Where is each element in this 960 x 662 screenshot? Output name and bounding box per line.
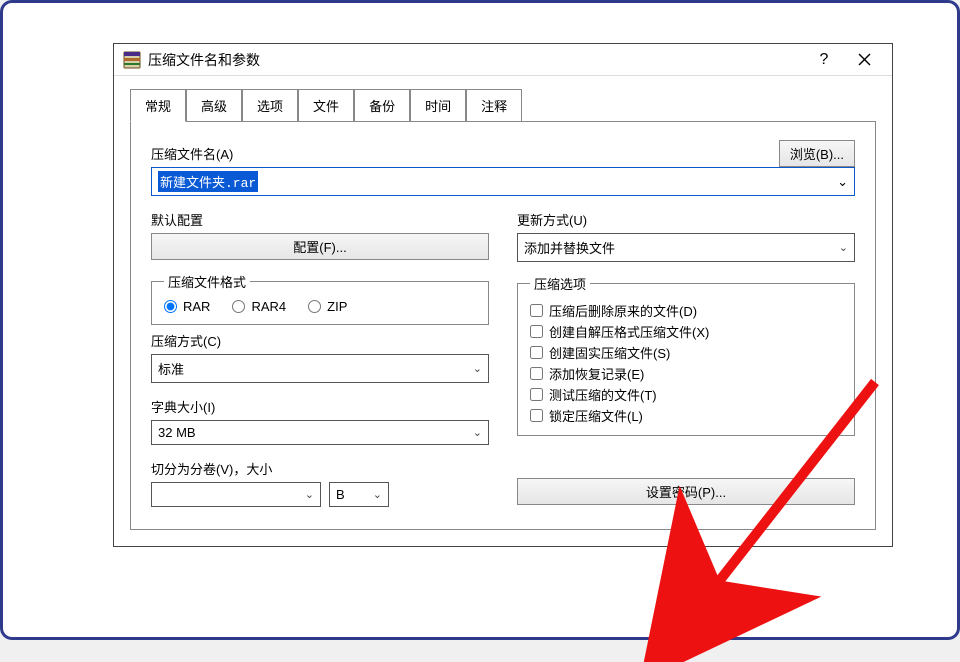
split-unit-value: B	[336, 487, 345, 502]
split-unit-combo[interactable]: B ⌄	[329, 482, 389, 507]
format-rar4-radio[interactable]	[232, 300, 245, 313]
tab-time[interactable]: 时间	[410, 89, 466, 122]
chevron-down-icon: ⌄	[305, 488, 314, 501]
titlebar: 压缩文件名和参数 ?	[114, 44, 892, 76]
options-group: 压缩选项 压缩后删除原来的文件(D) 创建自解压格式压缩文件(X)	[517, 274, 855, 436]
tab-panel-general: 压缩文件名(A) 浏览(B)... 新建文件夹.rar ⌄ 默认配置 配置(F)…	[130, 121, 876, 530]
chevron-down-icon: ⌄	[473, 426, 482, 439]
tab-files[interactable]: 文件	[298, 89, 354, 122]
right-column: 更新方式(U) 添加并替换文件 ⌄ 压缩选项 压缩后删除原来的文件(D)	[517, 206, 855, 507]
format-zip[interactable]: ZIP	[308, 299, 347, 314]
tab-options[interactable]: 选项	[242, 89, 298, 122]
option-sfx[interactable]: 创建自解压格式压缩文件(X)	[530, 322, 842, 341]
format-rar4[interactable]: RAR4	[232, 299, 286, 314]
format-zip-radio[interactable]	[308, 300, 321, 313]
close-button[interactable]	[844, 46, 884, 74]
window-title: 压缩文件名和参数	[148, 50, 804, 70]
dict-combo[interactable]: 32 MB ⌄	[151, 420, 489, 445]
archive-name-label: 压缩文件名(A)	[151, 144, 779, 163]
tab-backup[interactable]: 备份	[354, 89, 410, 122]
options-group-label: 压缩选项	[530, 274, 590, 293]
tab-comment[interactable]: 注释	[466, 89, 522, 122]
split-size-combo[interactable]: ⌄	[151, 482, 321, 507]
profiles-button[interactable]: 配置(F)...	[151, 233, 489, 260]
method-label: 压缩方式(C)	[151, 331, 489, 350]
dialog-window: 压缩文件名和参数 ? 常规 高级 选项 文件 备份 时间 注释 压缩文件名(A)…	[113, 43, 893, 547]
chevron-down-icon: ⌄	[837, 174, 848, 190]
chevron-down-icon: ⌄	[839, 241, 848, 254]
left-column: 默认配置 配置(F)... 压缩文件格式 RAR RAR4	[151, 206, 489, 507]
update-mode-combo[interactable]: 添加并替换文件 ⌄	[517, 233, 855, 262]
update-mode-value: 添加并替换文件	[524, 238, 615, 257]
method-combo[interactable]: 标准 ⌄	[151, 354, 489, 383]
dict-label: 字典大小(I)	[151, 397, 489, 416]
format-rar[interactable]: RAR	[164, 299, 210, 314]
archive-name-value: 新建文件夹.rar	[158, 171, 258, 192]
option-lock[interactable]: 锁定压缩文件(L)	[530, 406, 842, 425]
winrar-icon	[122, 50, 142, 70]
tab-advanced[interactable]: 高级	[186, 89, 242, 122]
browse-button[interactable]: 浏览(B)...	[779, 140, 855, 167]
help-button[interactable]: ?	[804, 46, 844, 74]
option-delete-after[interactable]: 压缩后删除原来的文件(D)	[530, 301, 842, 320]
outer-frame: 压缩文件名和参数 ? 常规 高级 选项 文件 备份 时间 注释 压缩文件名(A)…	[0, 0, 960, 640]
split-label: 切分为分卷(V)，大小	[151, 459, 489, 478]
option-test-checkbox[interactable]	[530, 388, 543, 401]
set-password-button[interactable]: 设置密码(P)...	[517, 478, 855, 505]
chevron-down-icon: ⌄	[473, 362, 482, 375]
option-solid[interactable]: 创建固实压缩文件(S)	[530, 343, 842, 362]
option-solid-checkbox[interactable]	[530, 346, 543, 359]
option-sfx-checkbox[interactable]	[530, 325, 543, 338]
tab-strip: 常规 高级 选项 文件 备份 时间 注释	[130, 88, 876, 121]
update-mode-label: 更新方式(U)	[517, 210, 855, 229]
archive-name-input[interactable]: 新建文件夹.rar ⌄	[151, 167, 855, 196]
option-delete-after-checkbox[interactable]	[530, 304, 543, 317]
option-recovery-checkbox[interactable]	[530, 367, 543, 380]
option-recovery[interactable]: 添加恢复记录(E)	[530, 364, 842, 383]
option-test[interactable]: 测试压缩的文件(T)	[530, 385, 842, 404]
format-group-label: 压缩文件格式	[164, 272, 250, 291]
option-lock-checkbox[interactable]	[530, 409, 543, 422]
format-rar-radio[interactable]	[164, 300, 177, 313]
method-value: 标准	[158, 359, 184, 378]
chevron-down-icon: ⌄	[373, 488, 382, 501]
default-profile-label: 默认配置	[151, 210, 489, 229]
dict-value: 32 MB	[158, 425, 196, 440]
format-group: 压缩文件格式 RAR RAR4	[151, 272, 489, 325]
close-icon	[858, 53, 871, 66]
tab-general[interactable]: 常规	[130, 89, 186, 122]
